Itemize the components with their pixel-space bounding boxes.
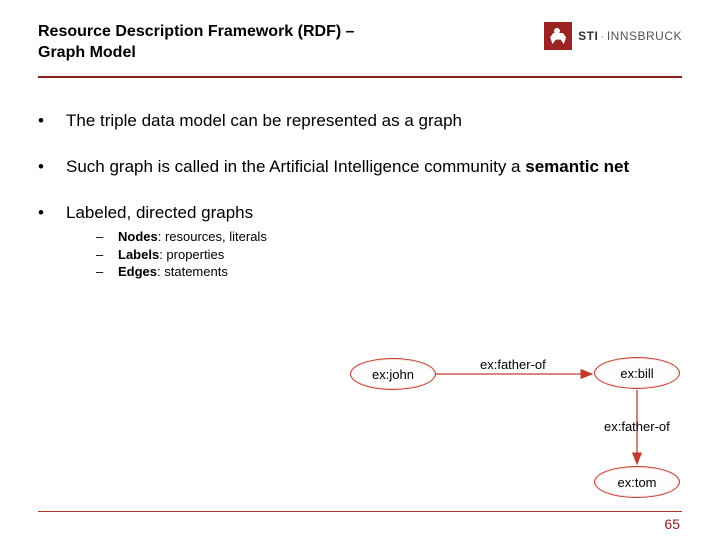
sub-edges-label: Edges <box>118 264 157 279</box>
sub-edges-text: : statements <box>157 264 228 279</box>
bullet-2: • Such graph is called in the Artificial… <box>38 156 682 178</box>
sub-labels-text: : properties <box>159 247 224 262</box>
page-number: 65 <box>664 516 680 532</box>
footer-divider <box>38 511 682 512</box>
dash-marker: – <box>96 263 118 281</box>
logo: STI·INNSBRUCK <box>544 22 682 50</box>
sub-nodes-text: : resources, literals <box>158 229 267 244</box>
bullet-2-strong: semantic net <box>525 157 629 176</box>
node-tom-label: ex:tom <box>617 475 656 490</box>
dash-marker: – <box>96 228 118 246</box>
node-john: ex:john <box>350 358 436 390</box>
bullet-marker: • <box>38 110 66 132</box>
node-tom: ex:tom <box>594 466 680 498</box>
node-bill-label: ex:bill <box>620 366 653 381</box>
dash-marker: – <box>96 246 118 264</box>
edge-label-1: ex:father-of <box>480 357 546 372</box>
bullet-3-text: Labeled, directed graphs <box>66 202 682 224</box>
bullet-2-prefix: Such graph is called in the Artificial I… <box>66 157 525 176</box>
bullet-1: • The triple data model can be represent… <box>38 110 682 132</box>
sub-labels-label: Labels <box>118 247 159 262</box>
bullet-2-text: Such graph is called in the Artificial I… <box>66 156 682 178</box>
bullet-3: • Labeled, directed graphs <box>38 202 682 224</box>
node-bill: ex:bill <box>594 357 680 389</box>
content: • The triple data model can be represent… <box>38 110 682 281</box>
bullet-marker: • <box>38 156 66 178</box>
logo-text: STI·INNSBRUCK <box>578 29 682 43</box>
title-line-1: Resource Description Framework (RDF) – <box>38 23 355 40</box>
slide-title: Resource Description Framework (RDF) – G… <box>38 22 355 64</box>
bullet-marker: • <box>38 202 66 224</box>
header-divider <box>38 76 682 78</box>
sub-edges: – Edges: statements <box>96 263 682 281</box>
sub-nodes-label: Nodes <box>118 229 158 244</box>
logo-sti: STI <box>578 29 598 43</box>
logo-innsbruck: INNSBRUCK <box>607 29 682 43</box>
sub-nodes: – Nodes: resources, literals <box>96 228 682 246</box>
sub-labels: – Labels: properties <box>96 246 682 264</box>
logo-icon <box>544 22 572 50</box>
node-john-label: ex:john <box>372 367 414 382</box>
edge-label-2: ex:father-of <box>604 419 670 434</box>
sublist: – Nodes: resources, literals – Labels: p… <box>96 228 682 281</box>
bullet-1-text: The triple data model can be represented… <box>66 110 682 132</box>
title-line-2: Graph Model <box>38 44 136 61</box>
slide-header: Resource Description Framework (RDF) – G… <box>38 22 682 64</box>
